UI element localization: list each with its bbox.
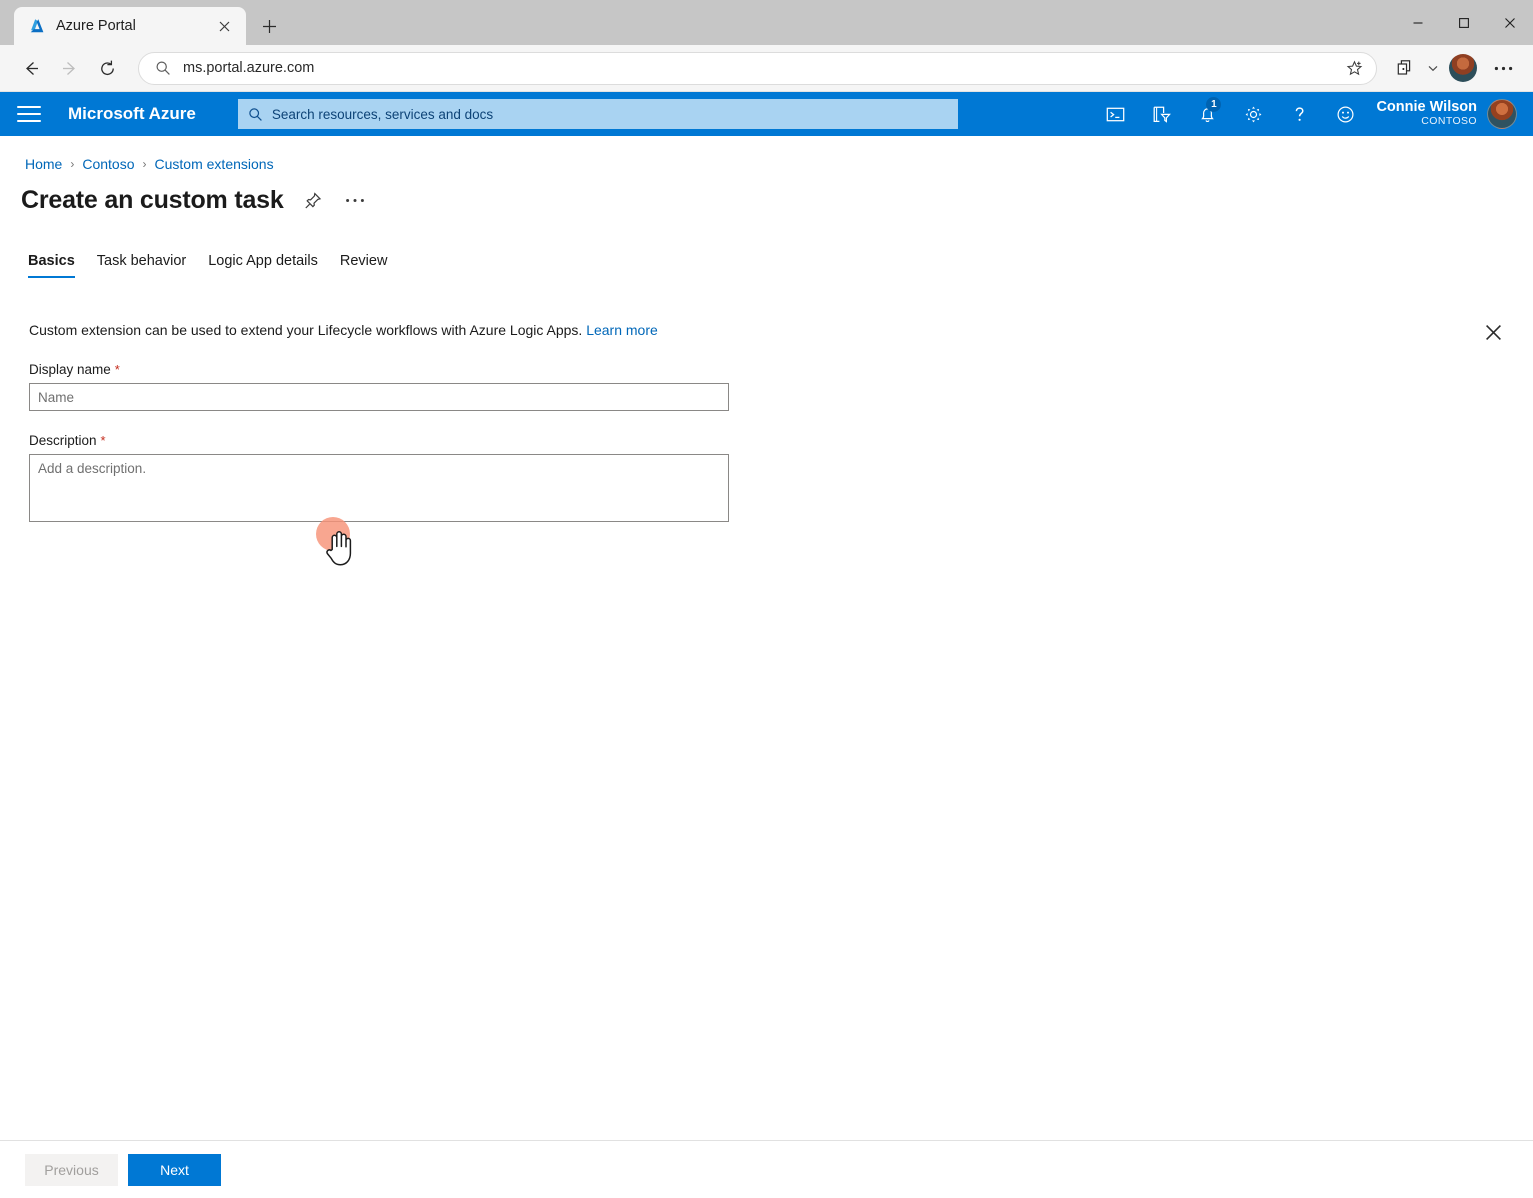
search-placeholder: Search resources, services and docs [272, 107, 493, 122]
user-account-button[interactable]: Connie Wilson CONTOSO [1376, 99, 1521, 129]
page-title: Create an custom task [21, 186, 284, 215]
field-description: Description * [29, 433, 1533, 522]
minimize-icon[interactable] [1395, 0, 1441, 45]
ellipsis-icon[interactable] [1487, 52, 1519, 84]
blade-title-row: Create an custom task [0, 172, 1533, 215]
search-input[interactable]: Search resources, services and docs [238, 99, 958, 129]
window-controls [1395, 0, 1533, 45]
previous-button[interactable]: Previous [25, 1154, 118, 1186]
tab-strip: Azure Portal [0, 7, 286, 45]
breadcrumb: Home › Contoso › Custom extensions [0, 136, 1533, 172]
notifications-bell-icon[interactable]: 1 [1184, 92, 1230, 136]
description-label: Description * [29, 433, 1533, 448]
cloud-shell-icon[interactable] [1092, 92, 1138, 136]
address-url: ms.portal.azure.com [183, 60, 1332, 76]
search-icon [248, 107, 263, 122]
forward-arrow-icon [52, 51, 86, 85]
tab-task-behavior[interactable]: Task behavior [97, 253, 186, 278]
tab-review[interactable]: Review [340, 253, 388, 278]
tab-list: Basics Task behavior Logic App details R… [0, 253, 1533, 278]
profile-avatar[interactable] [1449, 54, 1477, 82]
help-question-icon[interactable] [1276, 92, 1322, 136]
intro-description: Custom extension can be used to extend y… [29, 322, 582, 338]
star-add-icon[interactable] [1344, 60, 1364, 77]
description-input[interactable] [29, 454, 729, 522]
tab-logic-app-details[interactable]: Logic App details [208, 253, 318, 278]
breadcrumb-item-contoso[interactable]: Contoso [82, 156, 134, 172]
blade-footer: Previous Next [0, 1140, 1533, 1198]
description-label-text: Description [29, 433, 97, 448]
notification-badge: 1 [1206, 97, 1221, 112]
settings-gear-icon[interactable] [1230, 92, 1276, 136]
intro-text: Custom extension can be used to extend y… [0, 278, 1533, 338]
hamburger-menu-icon[interactable] [14, 99, 44, 129]
maximize-icon[interactable] [1441, 0, 1487, 45]
tab-basics[interactable]: Basics [28, 253, 75, 278]
blade: Home › Contoso › Custom extensions Creat… [0, 136, 1533, 1198]
user-org: CONTOSO [1376, 116, 1477, 128]
search-icon [155, 60, 171, 76]
breadcrumb-item-home[interactable]: Home [25, 156, 62, 172]
directories-subscriptions-icon[interactable] [1138, 92, 1184, 136]
chevron-right-icon: › [143, 157, 147, 171]
hand-pointer-icon [324, 529, 354, 572]
collections-icon[interactable] [1389, 52, 1421, 84]
display-name-label-text: Display name [29, 362, 111, 377]
reload-icon[interactable] [90, 51, 124, 85]
azure-header: Microsoft Azure Search resources, servic… [0, 92, 1533, 136]
azure-logo-icon [28, 17, 46, 35]
breadcrumb-item-custom-extensions[interactable]: Custom extensions [155, 156, 274, 172]
close-icon[interactable] [1487, 0, 1533, 45]
user-avatar [1487, 99, 1517, 129]
close-icon[interactable] [1477, 316, 1509, 348]
basics-form: Display name * Description * [0, 338, 1533, 522]
chevron-right-icon: › [70, 157, 74, 171]
click-highlight [316, 517, 350, 551]
close-icon[interactable] [212, 14, 236, 38]
learn-more-link[interactable]: Learn more [586, 322, 658, 338]
ellipsis-icon[interactable] [342, 188, 368, 214]
display-name-input[interactable] [29, 383, 729, 411]
chevron-down-icon[interactable] [1425, 65, 1441, 72]
azure-brand[interactable]: Microsoft Azure [68, 104, 196, 124]
required-asterisk: * [101, 433, 106, 448]
user-name: Connie Wilson [1376, 100, 1477, 116]
browser-toolbar: ms.portal.azure.com [0, 45, 1533, 92]
required-asterisk: * [115, 362, 120, 377]
display-name-label: Display name * [29, 362, 1533, 377]
feedback-smiley-icon[interactable] [1322, 92, 1368, 136]
browser-tab-title: Azure Portal [56, 18, 202, 34]
browser-tab[interactable]: Azure Portal [14, 7, 246, 45]
back-arrow-icon[interactable] [14, 51, 48, 85]
pin-icon[interactable] [300, 188, 326, 214]
field-display-name: Display name * [29, 362, 1533, 411]
header-actions: 1 Connie Wilson CONTOSO [1092, 92, 1533, 136]
address-bar[interactable]: ms.portal.azure.com [138, 52, 1377, 85]
user-text: Connie Wilson CONTOSO [1376, 100, 1477, 127]
browser-titlebar: Azure Portal [0, 0, 1533, 45]
plus-icon[interactable] [252, 9, 286, 43]
next-button[interactable]: Next [128, 1154, 221, 1186]
